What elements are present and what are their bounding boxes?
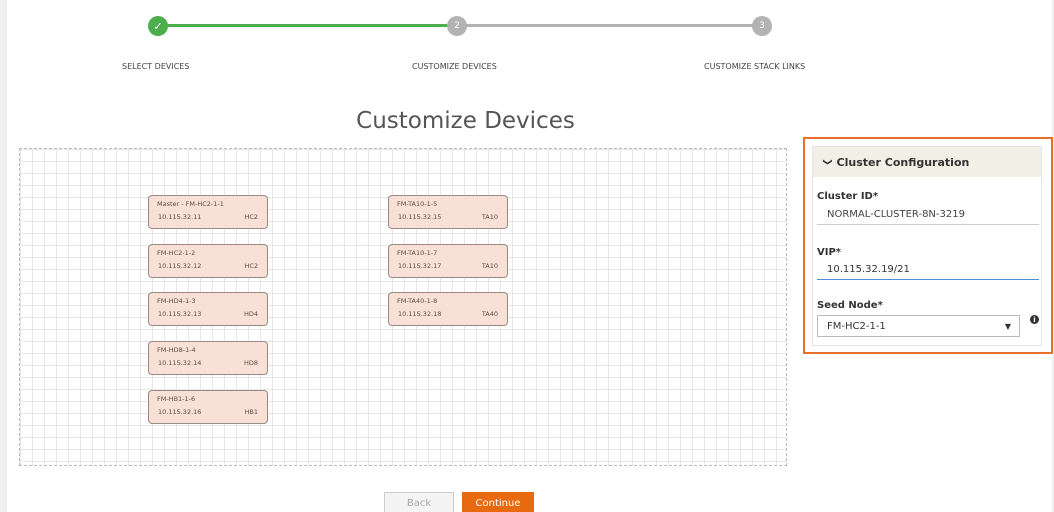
device-ip: 10.115.32.15 <box>398 213 442 221</box>
device-model: TA10 <box>481 262 498 270</box>
step-2-label: CUSTOMIZE DEVICES <box>412 62 497 71</box>
step-2-dot[interactable]: 2 <box>447 16 467 36</box>
device-ip: 10.115.32.17 <box>398 262 442 270</box>
device-ip: 10.115.32.14 <box>158 359 202 367</box>
continue-button[interactable]: Continue <box>462 492 534 512</box>
device-model: HC2 <box>244 262 258 270</box>
device-name: FM-HB1-1-6 <box>157 395 196 403</box>
device-ip: 10.115.32.13 <box>158 310 202 318</box>
chevron-down-icon: ❯ <box>821 158 832 166</box>
device-ip: 10.115.32.18 <box>398 310 442 318</box>
cluster-config-title: Cluster Configuration <box>836 155 970 169</box>
step-3-dot[interactable]: 3 <box>752 16 772 36</box>
device-card[interactable]: Master - FM-HC2-1-1 10.115.32.11 HC2 <box>148 195 268 229</box>
back-button[interactable]: Back <box>384 492 454 512</box>
cluster-id-input[interactable] <box>817 205 1039 225</box>
device-model: TA10 <box>481 213 498 221</box>
device-card[interactable]: FM-HD4-1-3 10.115.32.13 HD4 <box>148 292 268 326</box>
cluster-id-label: Cluster ID* <box>817 191 879 202</box>
device-card[interactable]: FM-TA10-1-7 10.115.32.17 TA10 <box>388 244 508 278</box>
cluster-panel-highlight: ❯ Cluster Configuration Cluster ID* VIP*… <box>803 137 1053 354</box>
device-model: TA40 <box>481 310 498 318</box>
device-name: FM-TA40-1-8 <box>397 297 438 305</box>
seed-node-label: Seed Node* <box>817 300 883 311</box>
device-ip: 10.115.32.12 <box>158 262 202 270</box>
device-model: HD4 <box>243 310 258 318</box>
stepper-progress-done <box>164 24 456 27</box>
dropdown-arrow-icon: ▼ <box>1004 322 1011 331</box>
device-canvas[interactable]: Master - FM-HC2-1-1 10.115.32.11 HC2 FM-… <box>19 148 787 466</box>
cluster-config-header[interactable]: ❯ Cluster Configuration <box>813 147 1041 177</box>
device-card[interactable]: FM-HB1-1-6 10.115.32.16 HB1 <box>148 390 268 424</box>
device-card[interactable]: FM-HC2-1-2 10.115.32.12 HC2 <box>148 244 268 278</box>
device-name: FM-TA10-1-7 <box>397 249 438 257</box>
device-card[interactable]: FM-HD8-1-4 10.115.32.14 HD8 <box>148 341 268 375</box>
device-name: FM-HD4-1-3 <box>157 297 196 305</box>
seed-node-value: FM-HC2-1-1 <box>827 321 886 332</box>
step-3-label: CUSTOMIZE STACK LINKS <box>704 62 806 71</box>
vip-input[interactable] <box>817 260 1039 280</box>
info-icon[interactable]: i <box>1030 315 1039 324</box>
device-ip: 10.115.32.11 <box>158 213 202 221</box>
device-ip: 10.115.32.16 <box>158 408 202 416</box>
seed-node-select[interactable]: FM-HC2-1-1 ▼ <box>817 315 1020 337</box>
device-name: FM-HC2-1-2 <box>157 249 196 257</box>
device-name: FM-TA10-1-5 <box>397 200 438 208</box>
device-model: HD8 <box>243 359 258 367</box>
device-model: HC2 <box>244 213 258 221</box>
page-title: Customize Devices <box>356 108 575 134</box>
app-root: ✓ 2 3 SELECT DEVICES CUSTOMIZE DEVICES C… <box>0 0 1054 512</box>
stepper-progress-remaining <box>456 24 756 27</box>
step-1-label: SELECT DEVICES <box>122 62 190 71</box>
device-name: Master - FM-HC2-1-1 <box>157 200 224 208</box>
vip-label: VIP* <box>817 247 842 258</box>
device-card[interactable]: FM-TA40-1-8 10.115.32.18 TA40 <box>388 292 508 326</box>
device-card[interactable]: FM-TA10-1-5 10.115.32.15 TA10 <box>388 195 508 229</box>
cluster-config-panel: ❯ Cluster Configuration Cluster ID* VIP*… <box>812 146 1042 346</box>
device-name: FM-HD8-1-4 <box>157 346 196 354</box>
step-1-check-icon[interactable]: ✓ <box>148 16 168 36</box>
device-model: HB1 <box>244 408 258 416</box>
